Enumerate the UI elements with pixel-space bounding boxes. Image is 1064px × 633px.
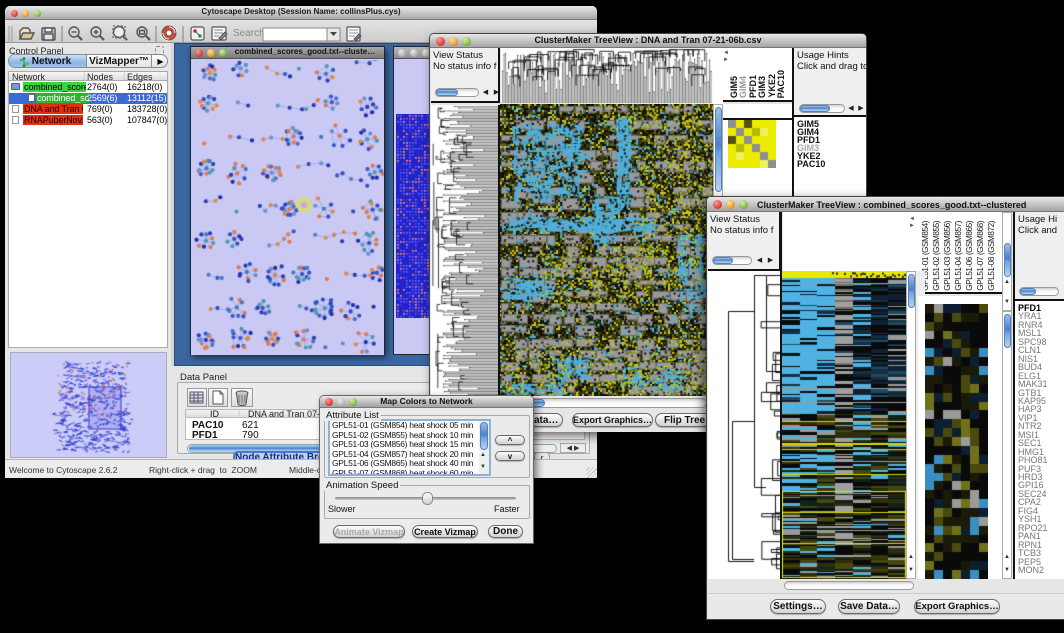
svg-text:Search:: Search: bbox=[233, 28, 267, 39]
